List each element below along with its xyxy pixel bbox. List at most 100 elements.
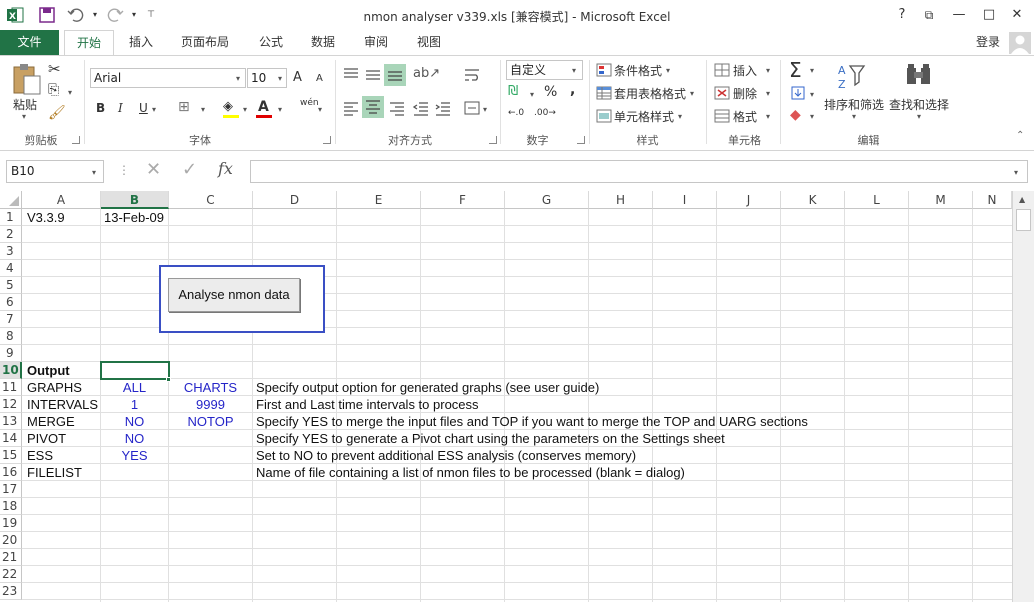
format-as-table-icon[interactable] [596, 86, 612, 100]
row-header-9[interactable]: 9 [0, 345, 22, 362]
cell-d14[interactable]: Specify YES to generate a Pivot chart us… [256, 430, 725, 447]
tab-insert[interactable]: 插入 [118, 30, 164, 56]
sort-filter-button[interactable]: 排序和筛选 [824, 96, 884, 113]
cut-icon[interactable]: ✂ [48, 60, 61, 78]
format-cells-button[interactable]: 格式 [733, 108, 757, 125]
cell-b12[interactable]: 1 [101, 396, 168, 413]
find-select-dropdown-icon[interactable]: ▾ [917, 112, 921, 121]
user-avatar-icon[interactable] [1009, 32, 1031, 54]
borders-dropdown-icon[interactable]: ▾ [201, 105, 205, 114]
cell-a16[interactable]: FILELIST [27, 464, 82, 481]
row-header-4[interactable]: 4 [0, 260, 22, 277]
autosum-icon[interactable]: Σ [789, 58, 802, 82]
phonetic-guide-button[interactable]: wén [300, 98, 319, 108]
cell-a14[interactable]: PIVOT [27, 430, 66, 447]
column-header-b[interactable]: B [101, 191, 169, 209]
number-launcher-icon[interactable] [577, 136, 585, 144]
name-box[interactable]: B10 [6, 160, 104, 183]
row-header-10[interactable]: 10 [0, 362, 22, 379]
cell-d12[interactable]: First and Last time intervals to process [256, 396, 479, 413]
help-button[interactable]: ? [893, 6, 911, 24]
column-header-d[interactable]: D [253, 191, 337, 209]
cell-d15[interactable]: Set to NO to prevent additional ESS anal… [256, 447, 636, 464]
paste-label[interactable]: 粘贴 [13, 96, 37, 113]
tab-home[interactable]: 开始 [64, 30, 114, 56]
formula-input[interactable] [250, 160, 1028, 183]
cell-b15[interactable]: YES [101, 447, 168, 464]
row-header-19[interactable]: 19 [0, 515, 22, 532]
row-header-2[interactable]: 2 [0, 226, 22, 243]
row-header-6[interactable]: 6 [0, 294, 22, 311]
format-as-table-button[interactable]: 套用表格格式 [614, 85, 686, 102]
select-all-button[interactable] [0, 191, 22, 209]
clipboard-launcher-icon[interactable] [72, 136, 80, 144]
cell-styles-dropdown-icon[interactable]: ▾ [678, 112, 682, 121]
scroll-up-icon[interactable]: ▲ [1019, 195, 1025, 204]
vertical-scrollbar[interactable]: ▲ [1012, 191, 1034, 602]
percent-style-button[interactable]: % [544, 84, 557, 100]
close-button[interactable]: ✕ [1008, 6, 1026, 24]
increase-decimal-icon[interactable]: ←.0 [508, 108, 524, 118]
shrink-font-button[interactable]: A [316, 73, 323, 84]
row-header-12[interactable]: 12 [0, 396, 22, 413]
confirm-entry-icon[interactable]: ✓ [182, 159, 197, 180]
cell-b11[interactable]: ALL [101, 379, 168, 396]
sort-filter-icon[interactable]: A Z [836, 62, 866, 94]
find-select-icon[interactable] [904, 62, 934, 92]
accounting-format-icon[interactable]: ₪ [508, 84, 518, 99]
sign-in-link[interactable]: 登录 [968, 30, 1008, 56]
cell-a15[interactable]: ESS [27, 447, 53, 464]
row-header-15[interactable]: 15 [0, 447, 22, 464]
row-header-7[interactable]: 7 [0, 311, 22, 328]
minimize-button[interactable]: — [950, 6, 968, 24]
row-header-14[interactable]: 14 [0, 430, 22, 447]
align-top-icon[interactable] [342, 66, 360, 82]
scroll-thumb[interactable] [1016, 209, 1031, 231]
merge-dropdown-icon[interactable]: ▾ [483, 105, 487, 114]
format-cells-dropdown-icon[interactable]: ▾ [766, 112, 770, 121]
row-header-8[interactable]: 8 [0, 328, 22, 345]
paste-dropdown-icon[interactable]: ▾ [22, 112, 26, 121]
column-header-g[interactable]: G [505, 191, 589, 209]
merge-center-icon[interactable] [463, 99, 481, 117]
row-header-17[interactable]: 17 [0, 481, 22, 498]
cell-b13[interactable]: NO [101, 413, 168, 430]
row-header-23[interactable]: 23 [0, 583, 22, 600]
underline-button[interactable]: U [139, 101, 148, 115]
format-cells-icon[interactable] [714, 109, 730, 123]
column-header-l[interactable]: L [845, 191, 909, 209]
font-launcher-icon[interactable] [323, 136, 331, 144]
cell-d13[interactable]: Specify YES to merge the input files and… [256, 413, 808, 430]
fill-color-icon[interactable]: ◈ [223, 99, 233, 114]
accounting-dropdown-icon[interactable]: ▾ [530, 90, 534, 99]
delete-cells-icon[interactable] [714, 86, 730, 100]
tab-review[interactable]: 审阅 [353, 30, 399, 56]
maximize-button[interactable]: □ [980, 6, 998, 24]
underline-dropdown-icon[interactable]: ▾ [152, 105, 156, 114]
insert-function-button[interactable]: fx [218, 159, 233, 178]
font-color-icon[interactable]: A [258, 99, 269, 115]
fill-icon[interactable] [790, 86, 806, 100]
cell-a12[interactable]: INTERVALS [27, 396, 98, 413]
cell-styles-button[interactable]: 单元格样式 [614, 108, 674, 125]
row-header-5[interactable]: 5 [0, 277, 22, 294]
cell-b1[interactable]: 13-Feb-09 [104, 209, 164, 226]
format-painter-icon[interactable]: 🖌 [48, 105, 66, 121]
row-header-16[interactable]: 16 [0, 464, 22, 481]
collapse-ribbon-icon[interactable]: ⌃ [1016, 130, 1024, 141]
clear-dropdown-icon[interactable]: ▾ [810, 112, 814, 121]
autosum-dropdown-icon[interactable]: ▾ [810, 66, 814, 75]
row-header-1[interactable]: 1 [0, 209, 22, 226]
borders-icon[interactable]: ⊞ [178, 99, 190, 115]
insert-cells-button[interactable]: 插入 [733, 62, 757, 79]
wrap-text-icon[interactable] [463, 66, 481, 84]
cell-c12[interactable]: 9999 [169, 396, 252, 413]
tab-formulas[interactable]: 公式 [248, 30, 294, 56]
delete-cells-dropdown-icon[interactable]: ▾ [766, 89, 770, 98]
cell-b14[interactable]: NO [101, 430, 168, 447]
ribbon-display-options-icon[interactable]: ⧉ [920, 6, 938, 24]
font-name-select[interactable]: Arial [90, 68, 246, 88]
grow-font-button[interactable]: A [293, 70, 302, 85]
fill-dropdown-icon[interactable]: ▾ [810, 90, 814, 99]
decrease-indent-icon[interactable] [412, 100, 430, 116]
